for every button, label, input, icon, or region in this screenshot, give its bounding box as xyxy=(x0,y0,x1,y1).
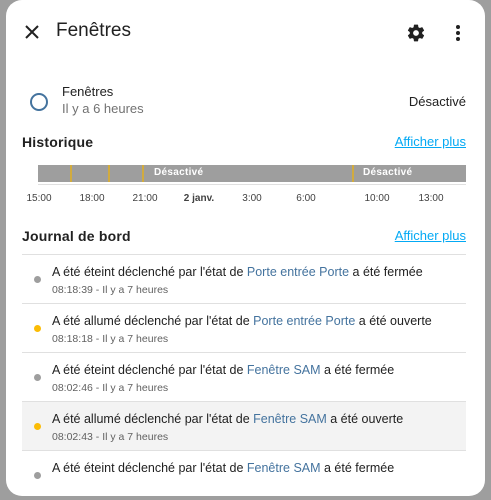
entity-state: Désactivé xyxy=(408,94,466,109)
more-options-button[interactable] xyxy=(446,21,470,45)
timeline-tick: 18:00 xyxy=(79,193,105,204)
timeline-change-mark xyxy=(142,165,144,182)
entity-link[interactable]: Fenêtre SAM xyxy=(247,461,321,475)
entity-name: Fenêtres xyxy=(62,84,114,99)
state-on-dot xyxy=(34,423,41,430)
state-off-dot xyxy=(34,276,41,283)
close-icon xyxy=(25,25,39,39)
logbook-entry: A été éteint déclenché par l'état de Fen… xyxy=(22,450,466,496)
entity-row[interactable]: Fenêtres Il y a 6 heures Désactivé xyxy=(6,80,485,126)
state-on-dot xyxy=(34,325,41,332)
logbook-title: Journal de bord xyxy=(22,228,131,244)
entity-link[interactable]: Fenêtre SAM xyxy=(247,363,321,377)
state-off-dot xyxy=(34,374,41,381)
timeline-tick: 15:00 xyxy=(26,193,52,204)
more-info-dialog: Fenêtres Fenêtres Il y a 6 heures Désact… xyxy=(6,0,485,496)
history-timeline[interactable]: Désactivé Désactivé xyxy=(38,165,466,182)
logbook-message: A été éteint déclenché par l'état de Fen… xyxy=(52,461,395,475)
entity-link[interactable]: Porte entrée Porte xyxy=(247,265,349,279)
entity-link[interactable]: Porte entrée Porte xyxy=(253,314,355,328)
logbook-entry: A été éteint déclenché par l'état de Por… xyxy=(22,254,466,303)
logbook-message: A été allumé déclenché par l'état de Por… xyxy=(52,314,432,328)
logbook-message: A été allumé déclenché par l'état de Fen… xyxy=(52,412,404,426)
timeline-segment-label: Désactivé xyxy=(363,167,413,178)
timeline-tick: 2 janv. xyxy=(183,193,215,204)
logbook-show-more-link[interactable]: Afficher plus xyxy=(395,228,466,243)
timeline-tick: 6:00 xyxy=(296,193,316,204)
logbook-time: 08:02:43 - Il y a 7 heures xyxy=(52,431,169,443)
logbook-time: 08:18:18 - Il y a 7 heures xyxy=(52,333,169,345)
timeline-tick: 13:00 xyxy=(418,193,444,204)
logbook-list: A été éteint déclenché par l'état de Por… xyxy=(22,254,466,496)
logbook-entry: A été allumé déclenché par l'état de Fen… xyxy=(22,401,466,450)
timeline-tick: 10:00 xyxy=(364,193,390,204)
timeline-change-mark xyxy=(70,165,72,182)
timeline-axis xyxy=(38,184,466,185)
entity-link[interactable]: Fenêtre SAM xyxy=(253,412,327,426)
logbook-message: A été éteint déclenché par l'état de Por… xyxy=(52,265,423,279)
dialog-header: Fenêtres xyxy=(6,0,485,66)
more-vertical-icon xyxy=(456,25,460,41)
gear-icon xyxy=(407,24,425,42)
dialog-title: Fenêtres xyxy=(56,20,131,41)
close-button[interactable] xyxy=(20,20,44,44)
state-off-dot xyxy=(34,472,41,479)
logbook-entry: A été allumé déclenché par l'état de Por… xyxy=(22,303,466,352)
logbook-time: 08:02:46 - Il y a 7 heures xyxy=(52,382,169,394)
timeline-segment-label: Désactivé xyxy=(154,167,204,178)
timeline-tick: 3:00 xyxy=(242,193,262,204)
timeline-tick: 21:00 xyxy=(132,193,158,204)
state-circle-icon xyxy=(30,93,48,111)
history-show-more-link[interactable]: Afficher plus xyxy=(395,134,466,149)
logbook-time: 08:18:39 - Il y a 7 heures xyxy=(52,284,169,296)
settings-button[interactable] xyxy=(404,21,428,45)
logbook-message: A été éteint déclenché par l'état de Fen… xyxy=(52,363,395,377)
timeline-change-mark xyxy=(352,165,354,182)
timeline-change-mark xyxy=(108,165,110,182)
entity-last-changed: Il y a 6 heures xyxy=(62,101,144,116)
history-title: Historique xyxy=(22,134,94,150)
logbook-entry: A été éteint déclenché par l'état de Fen… xyxy=(22,352,466,401)
